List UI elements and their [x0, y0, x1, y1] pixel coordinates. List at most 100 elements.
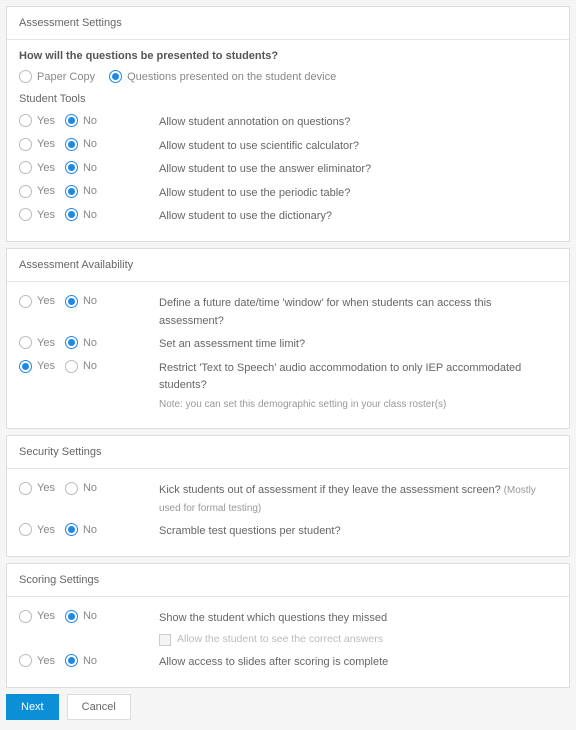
radio-icon	[19, 70, 32, 83]
yes-option[interactable]: Yes	[19, 208, 55, 221]
radio-icon	[65, 208, 78, 221]
option-label: No	[83, 295, 97, 307]
option-label: No	[83, 138, 97, 150]
no-option[interactable]: No	[65, 482, 97, 495]
option-label: No	[83, 115, 97, 127]
yes-no-group: Yes No	[19, 336, 159, 349]
option-label: No	[83, 209, 97, 221]
setting-row: Yes No Allow student to use the dictionary…	[19, 205, 557, 229]
assessment-availability-header: Assessment Availability	[7, 249, 569, 282]
no-option[interactable]: No	[65, 295, 97, 308]
assessment-settings-header: Assessment Settings	[7, 7, 569, 40]
yes-option[interactable]: Yes	[19, 161, 55, 174]
setting-label: Kick students out of assessment if they …	[159, 482, 557, 517]
no-option[interactable]: No	[65, 138, 97, 151]
setting-note: Note: you can set this demographic setti…	[159, 397, 557, 413]
radio-icon	[19, 482, 32, 495]
yes-no-group: Yes No	[19, 295, 159, 308]
no-option[interactable]: No	[65, 360, 97, 373]
setting-label: Allow access to slides after scoring is …	[159, 654, 557, 672]
yes-option[interactable]: Yes	[19, 610, 55, 623]
radio-icon	[65, 610, 78, 623]
setting-row: Yes No Allow access to slides after scorin…	[19, 651, 557, 675]
option-label: Yes	[37, 185, 55, 197]
radio-icon	[19, 610, 32, 623]
radio-icon	[65, 654, 78, 667]
yes-no-group: Yes No	[19, 185, 159, 198]
radio-icon	[65, 295, 78, 308]
yes-option[interactable]: Yes	[19, 523, 55, 536]
yes-option[interactable]: Yes	[19, 138, 55, 151]
setting-row: Yes No Define a future date/time 'window' …	[19, 292, 557, 333]
radio-icon	[19, 185, 32, 198]
radio-icon	[19, 161, 32, 174]
no-option[interactable]: No	[65, 208, 97, 221]
radio-icon	[19, 336, 32, 349]
yes-no-group: Yes No	[19, 482, 159, 495]
radio-icon	[65, 114, 78, 127]
checkbox-icon[interactable]	[159, 634, 171, 646]
yes-option[interactable]: Yes	[19, 336, 55, 349]
presentation-options: Paper Copy Questions presented on the st…	[19, 70, 557, 83]
no-option[interactable]: No	[65, 654, 97, 667]
yes-no-group: Yes No	[19, 523, 159, 536]
setting-label: Allow student to use the periodic table?	[159, 185, 557, 203]
option-label: Yes	[37, 337, 55, 349]
sub-checkbox-label: Allow the student to see the correct ans…	[177, 631, 383, 648]
cancel-button[interactable]: Cancel	[67, 694, 131, 720]
radio-icon	[65, 138, 78, 151]
yes-option[interactable]: Yes	[19, 482, 55, 495]
radio-icon	[65, 185, 78, 198]
yes-option[interactable]: Yes	[19, 360, 55, 373]
radio-icon	[19, 654, 32, 667]
setting-row: YesNoShow the student which questions th…	[19, 607, 557, 651]
assessment-availability-panel: Assessment Availability Yes No Define a fu…	[6, 248, 570, 429]
no-option[interactable]: No	[65, 114, 97, 127]
setting-label: Scramble test questions per student?	[159, 523, 557, 541]
setting-label: Restrict 'Text to Speech' audio accommod…	[159, 360, 557, 413]
yes-no-group: Yes No	[19, 208, 159, 221]
radio-icon	[19, 295, 32, 308]
radio-icon	[109, 70, 122, 83]
radio-icon	[65, 360, 78, 373]
option-label: Yes	[37, 482, 55, 494]
next-button[interactable]: Next	[6, 694, 59, 720]
setting-label: Allow student to use the dictionary?	[159, 208, 557, 226]
radio-icon	[19, 523, 32, 536]
option-label: Yes	[37, 360, 55, 372]
no-option[interactable]: No	[65, 336, 97, 349]
button-row: Next Cancel	[6, 694, 570, 724]
option-label: Yes	[37, 138, 55, 150]
yes-option[interactable]: Yes	[19, 114, 55, 127]
yes-option[interactable]: Yes	[19, 185, 55, 198]
setting-label: Set an assessment time limit?	[159, 336, 557, 354]
yes-no-group: Yes No	[19, 138, 159, 151]
yes-option[interactable]: Yes	[19, 654, 55, 667]
no-option[interactable]: No	[65, 161, 97, 174]
setting-label: Define a future date/time 'window' for w…	[159, 295, 557, 330]
setting-label: Allow student to use scientific calculat…	[159, 138, 557, 156]
option-label: Yes	[37, 162, 55, 174]
no-option[interactable]: No	[65, 185, 97, 198]
setting-row: YesNoAllow student to use the answer eli…	[19, 158, 557, 182]
setting-row: Yes No Restrict 'Text to Speech' audio acc…	[19, 357, 557, 416]
option-label: No	[83, 162, 97, 174]
radio-icon	[65, 482, 78, 495]
yes-no-group: Yes No	[19, 114, 159, 127]
setting-label: Allow student annotation on questions?	[159, 114, 557, 132]
presentation-question: How will the questions be presented to s…	[19, 50, 557, 62]
option-label: No	[83, 360, 97, 372]
presentation-paper-option[interactable]: Paper Copy	[19, 70, 95, 83]
option-label: No	[83, 655, 97, 667]
option-label: No	[83, 524, 97, 536]
no-option[interactable]: No	[65, 610, 97, 623]
yes-no-group: Yes No	[19, 610, 159, 623]
no-option[interactable]: No	[65, 523, 97, 536]
presentation-device-option[interactable]: Questions presented on the student devic…	[109, 70, 336, 83]
setting-row: Yes No Kick students out of assessment if …	[19, 479, 557, 520]
yes-no-group: Yes No	[19, 161, 159, 174]
option-label: Yes	[37, 209, 55, 221]
yes-option[interactable]: Yes	[19, 295, 55, 308]
option-label: Questions presented on the student devic…	[127, 71, 336, 83]
security-settings-panel: Security Settings YesNoKick students out…	[6, 435, 570, 557]
